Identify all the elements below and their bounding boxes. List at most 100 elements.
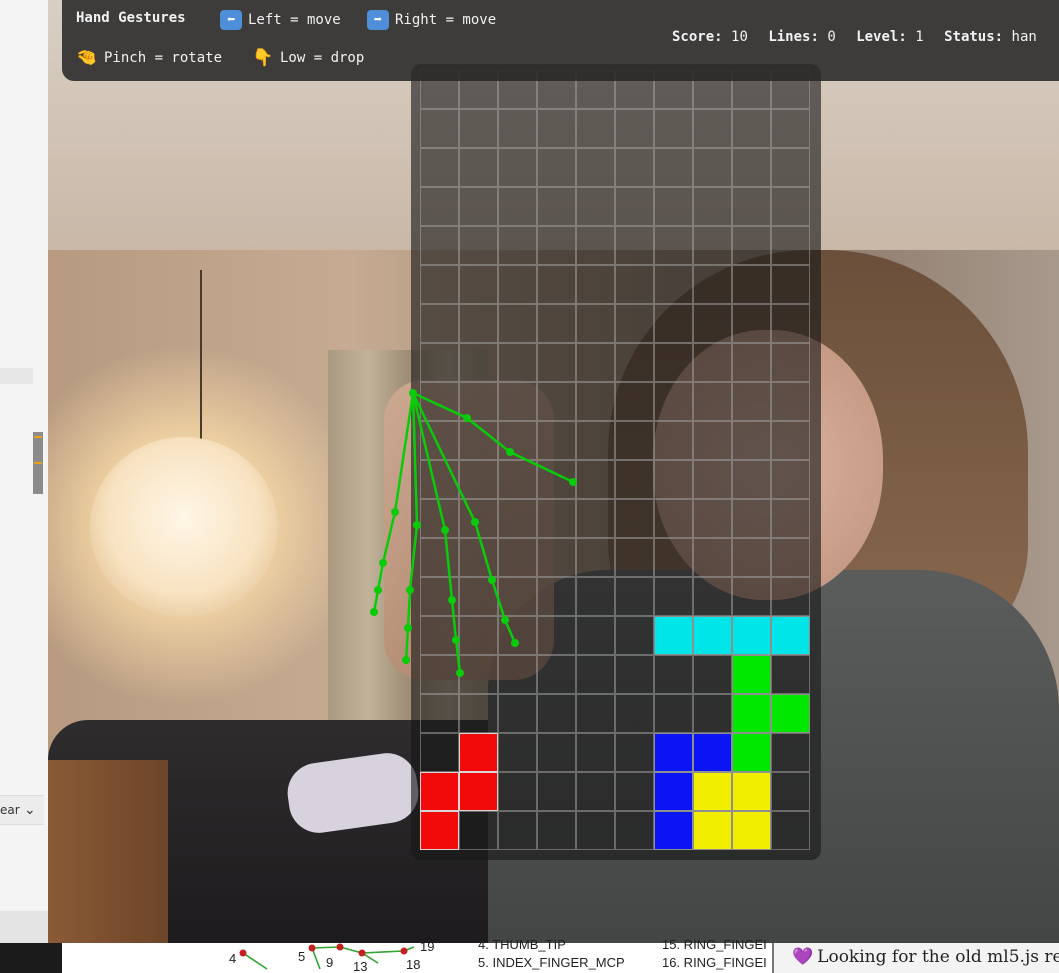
tetris-cell — [420, 304, 459, 343]
tetris-cell — [537, 772, 576, 811]
tetris-cell — [771, 538, 810, 577]
tetris-cell — [615, 265, 654, 304]
tetris-cell — [732, 460, 771, 499]
tetris-cell — [771, 304, 810, 343]
tetris-cell — [498, 304, 537, 343]
tetris-cell — [576, 265, 615, 304]
tetris-cell — [771, 577, 810, 616]
tetris-cell — [420, 694, 459, 733]
tetris-cell — [693, 148, 732, 187]
tetris-cell — [693, 265, 732, 304]
tetris-cell — [420, 499, 459, 538]
tetris-cell — [615, 109, 654, 148]
tetris-cell — [459, 226, 498, 265]
landmark-list-item: 15. RING_FINGEI — [662, 937, 767, 952]
tetris-cell — [576, 811, 615, 850]
tetris-cell — [459, 343, 498, 382]
tetris-cell — [576, 655, 615, 694]
tetris-cell — [693, 577, 732, 616]
tetris-cell — [498, 616, 537, 655]
panel-row-highlight — [0, 368, 33, 384]
hand-landmark-diagram: 4 5 9 13 18 19 — [229, 943, 434, 973]
level-value: 1 — [915, 29, 924, 45]
tetris-block — [732, 694, 771, 733]
tetris-cell — [615, 499, 654, 538]
tetris-cell — [459, 109, 498, 148]
tetris-cell — [654, 694, 693, 733]
tetris-cell — [576, 499, 615, 538]
scrollbar[interactable] — [33, 432, 43, 494]
level-label: Level: — [856, 29, 907, 45]
tetris-cell — [537, 421, 576, 460]
tetris-cell — [654, 499, 693, 538]
tetris-cell — [732, 421, 771, 460]
select-dropdown[interactable]: ear ⌄ — [0, 795, 44, 825]
hud-title: Hand Gestures — [76, 10, 186, 26]
tetris-cell — [420, 343, 459, 382]
tetris-cell — [459, 460, 498, 499]
tetris-cell — [498, 265, 537, 304]
tetris-cell — [420, 226, 459, 265]
tetris-cell — [576, 577, 615, 616]
tetris-cell — [537, 538, 576, 577]
score-label: Score: — [672, 29, 723, 45]
tetris-cell — [498, 226, 537, 265]
tetris-cell — [459, 421, 498, 460]
tetris-cell — [615, 421, 654, 460]
chevron-down-icon: ⌄ — [24, 802, 36, 818]
tetris-cell — [498, 577, 537, 616]
tetris-cell — [615, 538, 654, 577]
tetris-cell — [459, 694, 498, 733]
tetris-cell — [459, 187, 498, 226]
tetris-cell — [771, 811, 810, 850]
tetris-cell — [420, 460, 459, 499]
tetris-cell — [771, 460, 810, 499]
tetris-cell — [693, 655, 732, 694]
landmark-list-item: 4. THUMB_TIP — [478, 937, 566, 952]
tetris-cell — [693, 187, 732, 226]
tetris-cell — [654, 382, 693, 421]
tetris-cell — [771, 655, 810, 694]
tetris-cell — [693, 421, 732, 460]
tetris-cell — [771, 733, 810, 772]
tetris-block — [732, 811, 771, 850]
tetris-cell — [459, 616, 498, 655]
tetris-cell — [576, 538, 615, 577]
tetris-cell — [420, 421, 459, 460]
tetris-block — [693, 772, 732, 811]
tetris-cell — [693, 343, 732, 382]
tetris-cell — [771, 226, 810, 265]
game-stats: Score: 10 Lines: 0 Level: 1 Status: han — [672, 29, 1037, 45]
tetris-cell — [654, 265, 693, 304]
tetris-block — [732, 655, 771, 694]
tetris-cell — [420, 265, 459, 304]
gesture-pinch: 🤏 Pinch = rotate — [76, 48, 222, 68]
tetris-cell — [693, 226, 732, 265]
tetris-cell — [420, 616, 459, 655]
tetris-cell — [576, 226, 615, 265]
tetris-cell — [537, 148, 576, 187]
diagram-label: 5 — [298, 949, 305, 964]
gesture-left: ⬅ Left = move — [220, 10, 341, 30]
tetris-cell — [732, 265, 771, 304]
tetris-cell — [537, 811, 576, 850]
tetris-cell — [615, 148, 654, 187]
tetris-block — [654, 733, 693, 772]
tetris-cell — [732, 226, 771, 265]
tetris-cell — [537, 304, 576, 343]
score-value: 10 — [731, 29, 748, 45]
tetris-cell — [537, 499, 576, 538]
tetris-cell — [732, 304, 771, 343]
editor-side-panel: ear ⌄ — [0, 0, 49, 943]
tetris-cell — [615, 655, 654, 694]
tetris-cell — [537, 382, 576, 421]
ml5-notice-banner[interactable]: 💜 Looking for the old ml5.js re — [772, 943, 1059, 973]
diagram-label: 13 — [353, 959, 367, 973]
tetris-block — [420, 811, 459, 850]
tetris-cell — [615, 343, 654, 382]
tetris-block — [420, 772, 459, 811]
tetris-cell — [654, 109, 693, 148]
tetris-block — [732, 616, 771, 655]
tetris-cell — [771, 109, 810, 148]
tetris-cell — [576, 733, 615, 772]
